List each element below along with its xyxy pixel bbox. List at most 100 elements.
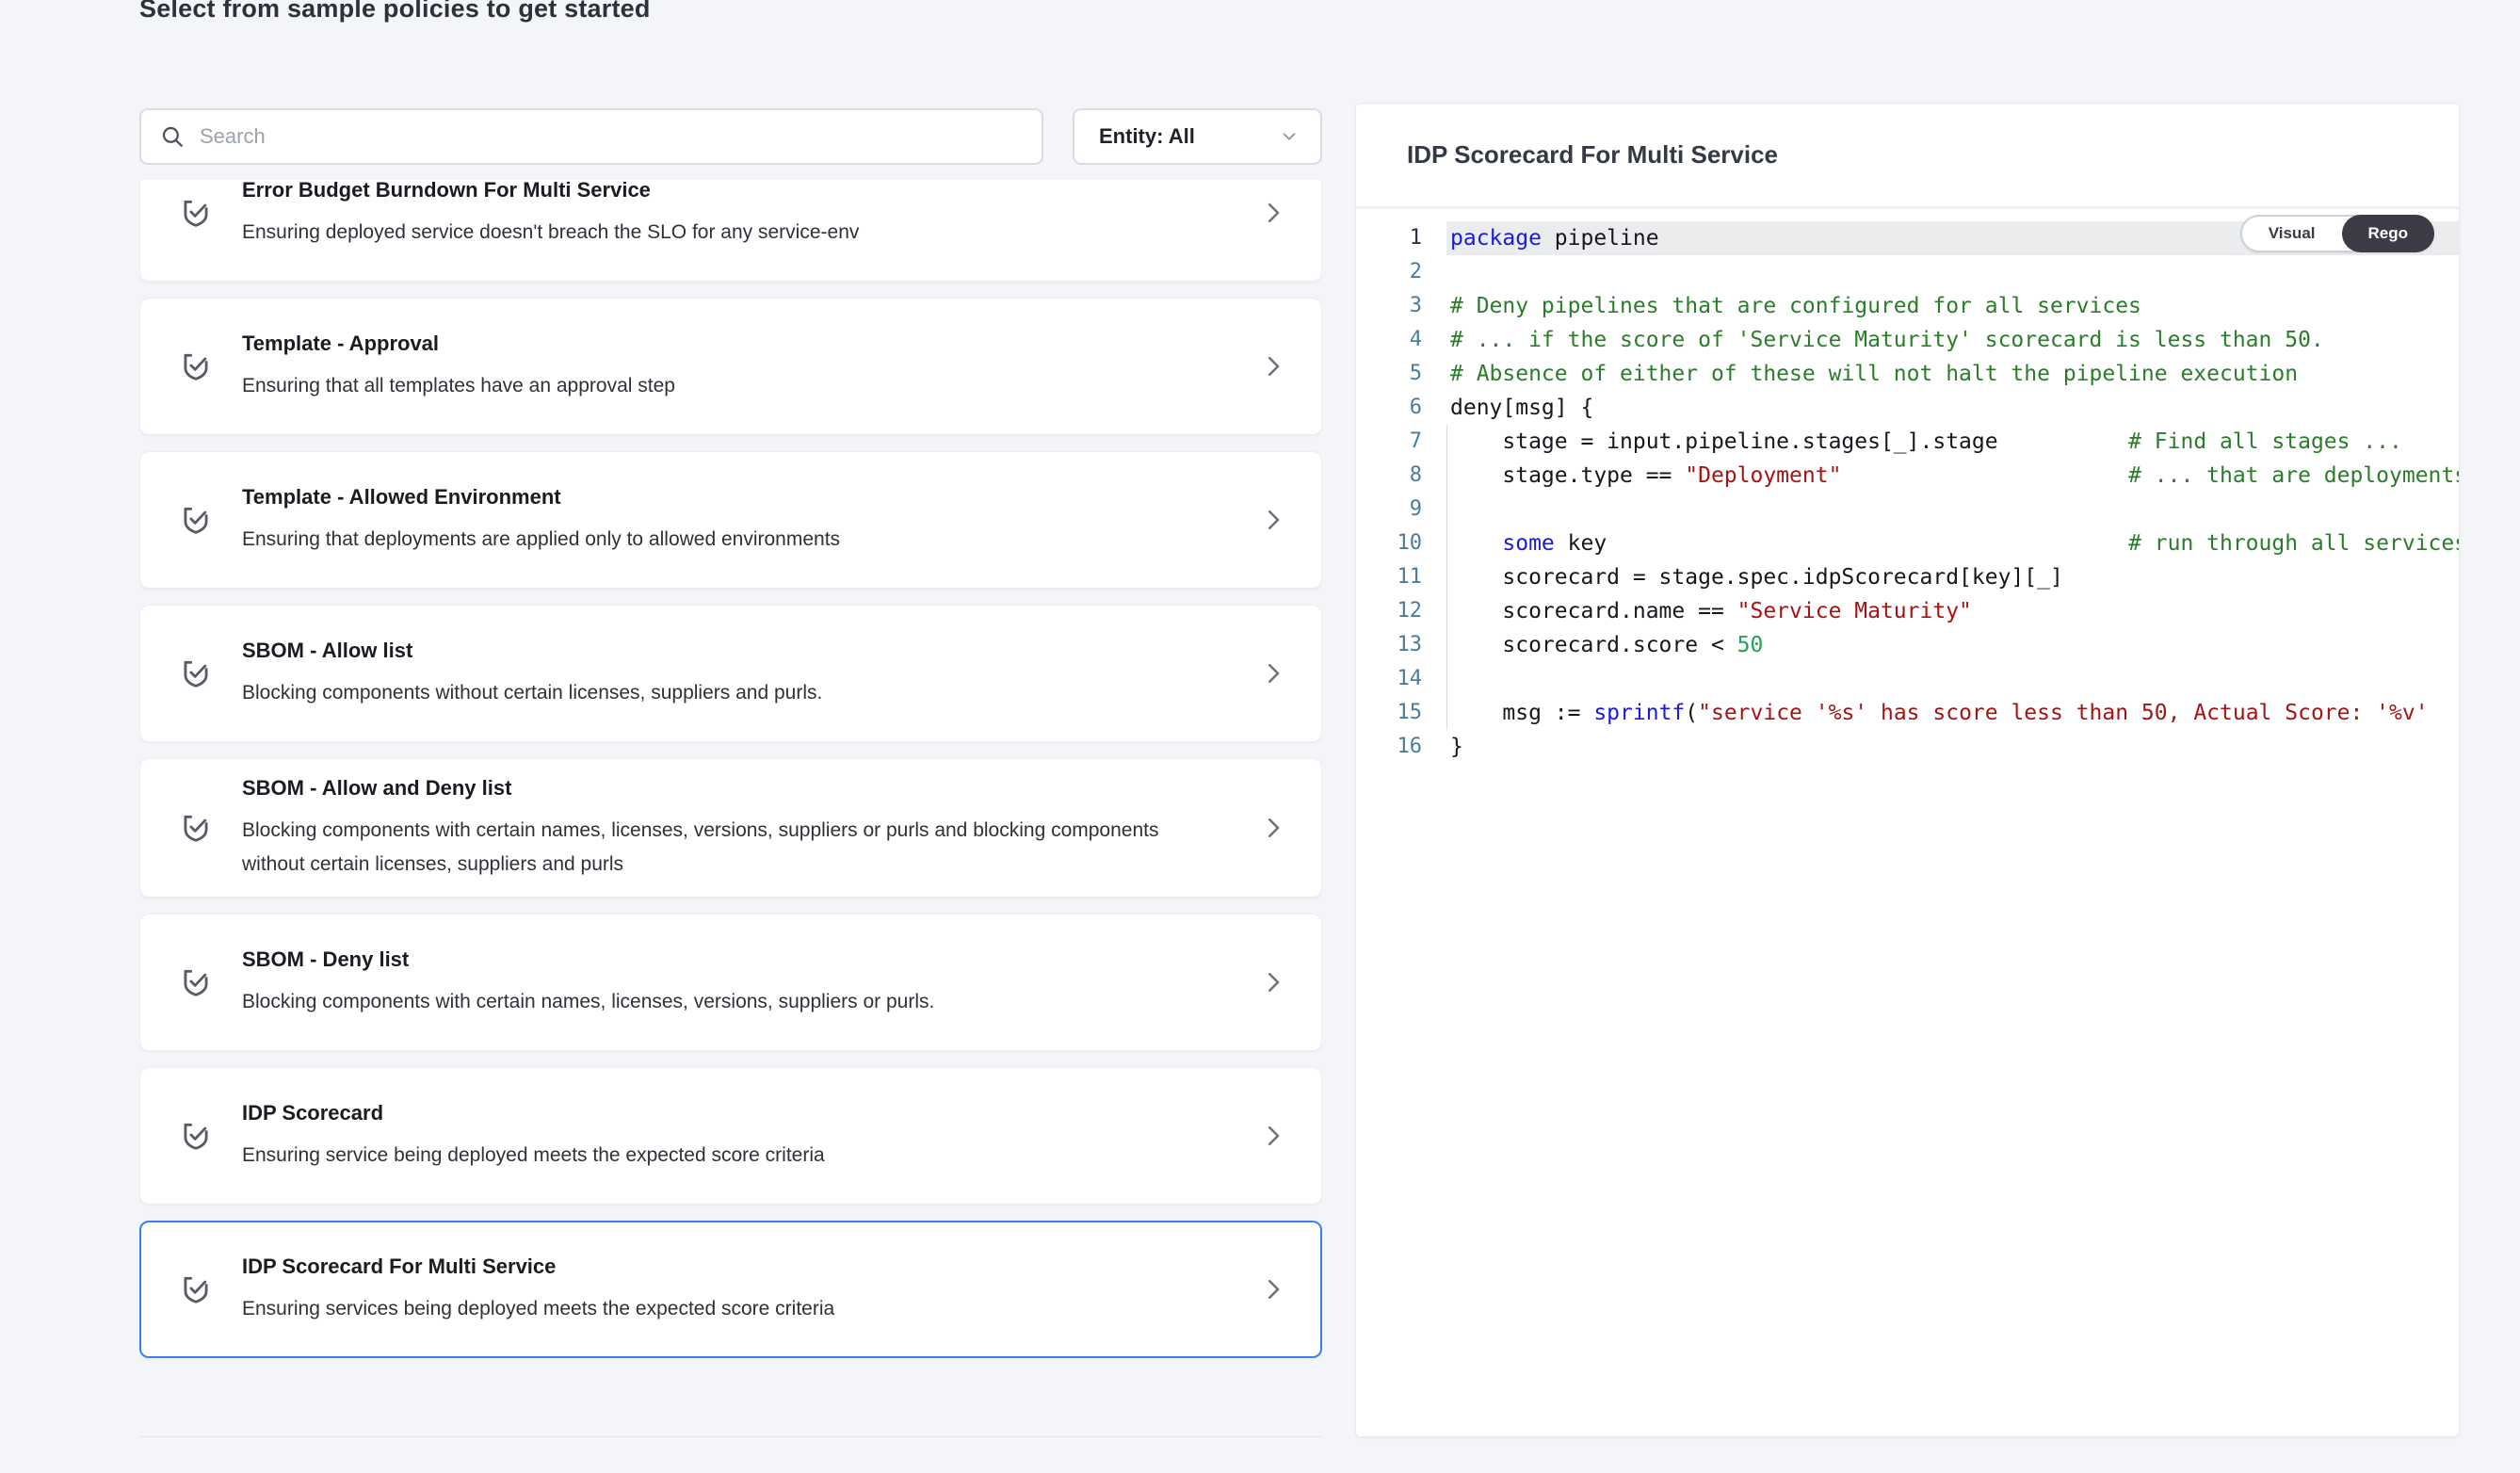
code-line: 12 scorecard.name == "Service Maturity": [1356, 594, 2459, 628]
policy-card-description: Blocking components with certain names, …: [242, 985, 1193, 1019]
chevron-right-icon: [1259, 199, 1287, 227]
visual-toggle-button[interactable]: Visual: [2242, 217, 2342, 251]
code-line-content: some key # run through all services: [1446, 526, 2459, 560]
code-line: 5 # Absence of either of these will not …: [1356, 357, 2459, 391]
policy-card-title: IDP Scorecard For Multi Service: [242, 1253, 1193, 1281]
policy-card-text: IDP Scorecard For Multi Service Ensuring…: [242, 1253, 1231, 1326]
line-number: 8: [1356, 459, 1422, 493]
shield-check-icon: [178, 502, 214, 538]
line-number: 4: [1356, 323, 1422, 357]
code-line: 16 }: [1356, 730, 2459, 764]
line-number: 2: [1356, 255, 1422, 289]
code-line: 11 scorecard = stage.spec.idpScorecard[k…: [1356, 560, 2459, 594]
line-number: 3: [1356, 289, 1422, 323]
code-line-content: scorecard = stage.spec.idpScorecard[key]…: [1446, 560, 2459, 594]
policy-toolbar: Entity: All: [139, 108, 1322, 165]
chevron-right-icon: [1259, 1275, 1287, 1303]
policy-card-title: SBOM - Deny list: [242, 946, 1193, 974]
line-number: 10: [1356, 526, 1422, 560]
code-line: 2: [1356, 255, 2459, 289]
policy-card-description: Ensuring that all templates have an appr…: [242, 369, 1193, 403]
code-line-content: scorecard.name == "Service Maturity": [1446, 594, 2459, 628]
shield-check-icon: [178, 964, 214, 1000]
code-line-content: scorecard.score < 50: [1446, 628, 2459, 662]
policy-card-title: IDP Scorecard: [242, 1099, 1193, 1127]
chevron-right-icon: [1259, 659, 1287, 688]
chevron-right-icon: [1259, 814, 1287, 842]
detail-panel-header: IDP Scorecard For Multi Service: [1356, 104, 2459, 209]
entity-filter-dropdown[interactable]: Entity: All: [1073, 108, 1322, 165]
code-line: 10 some key # run through all services: [1356, 526, 2459, 560]
line-number: 14: [1356, 662, 1422, 696]
chevron-right-icon: [1259, 506, 1287, 534]
code-line: 6 deny[msg] {: [1356, 391, 2459, 425]
code-line-content: # ... if the score of 'Service Maturity'…: [1446, 323, 2459, 357]
policy-card[interactable]: IDP Scorecard For Multi Service Ensuring…: [139, 1221, 1322, 1358]
code-line: 7 stage = input.pipeline.stages[_].stage…: [1356, 425, 2459, 459]
line-number: 13: [1356, 628, 1422, 662]
policy-card-text: Template - Approval Ensuring that all te…: [242, 330, 1231, 403]
line-number: 9: [1356, 493, 1422, 526]
chevron-right-icon: [1259, 968, 1287, 996]
chevron-down-icon: [1279, 126, 1300, 147]
rego-toggle-button[interactable]: Rego: [2342, 215, 2435, 252]
policy-card[interactable]: Error Budget Burndown For Multi Service …: [139, 180, 1322, 282]
policy-detail-panel: IDP Scorecard For Multi Service Visual R…: [1355, 103, 2460, 1437]
code-line-content: # Absence of either of these will not ha…: [1446, 357, 2459, 391]
entity-filter-label: Entity: All: [1099, 124, 1195, 149]
code-line-content: }: [1446, 730, 2459, 764]
code-line-content: msg := sprintf("service '%s' has score l…: [1446, 696, 2459, 730]
policy-card-title: SBOM - Allow list: [242, 637, 1193, 665]
shield-check-icon: [178, 1118, 214, 1154]
policy-card-text: SBOM - Deny list Blocking components wit…: [242, 946, 1231, 1019]
code-line: 9: [1356, 493, 2459, 526]
code-line-content: # Deny pipelines that are configured for…: [1446, 289, 2459, 323]
code-line: 14: [1356, 662, 2459, 696]
shield-check-icon: [178, 195, 214, 231]
code-line: 4 # ... if the score of 'Service Maturit…: [1356, 323, 2459, 357]
code-line: 3 # Deny pipelines that are configured f…: [1356, 289, 2459, 323]
search-input[interactable]: [200, 124, 1023, 149]
policy-card-text: SBOM - Allow and Deny list Blocking comp…: [242, 774, 1231, 882]
policy-card[interactable]: Template - Approval Ensuring that all te…: [139, 298, 1322, 435]
code-line: 15 msg := sprintf("service '%s' has scor…: [1356, 696, 2459, 730]
policy-card-title: SBOM - Allow and Deny list: [242, 774, 1193, 802]
policy-card[interactable]: SBOM - Deny list Blocking components wit…: [139, 914, 1322, 1051]
chevron-right-icon: [1259, 1122, 1287, 1150]
search-box[interactable]: [139, 108, 1043, 165]
policy-card-text: SBOM - Allow list Blocking components wi…: [242, 637, 1231, 710]
line-number: 7: [1356, 425, 1422, 459]
line-number: 6: [1356, 391, 1422, 425]
code-line: 8 stage.type == "Deployment" # ... that …: [1356, 459, 2459, 493]
line-number: 15: [1356, 696, 1422, 730]
line-number: 1: [1356, 221, 1422, 255]
policy-card-description: Ensuring that deployments are applied on…: [242, 523, 1193, 557]
rego-code-editor[interactable]: Visual Rego 1 package pipeline 2 3 # Den…: [1356, 209, 2459, 1436]
shield-check-icon: [178, 1271, 214, 1307]
code-line-content: stage.type == "Deployment" # ... that ar…: [1446, 459, 2459, 493]
detail-panel-title: IDP Scorecard For Multi Service: [1407, 140, 1778, 170]
policy-card-description: Ensuring service being deployed meets th…: [242, 1139, 1193, 1173]
search-icon: [160, 124, 185, 149]
policy-card[interactable]: SBOM - Allow and Deny list Blocking comp…: [139, 758, 1322, 898]
view-mode-toggle: Visual Rego: [2240, 215, 2434, 252]
policy-card-title: Template - Allowed Environment: [242, 483, 1193, 511]
code-line-content: stage = input.pipeline.stages[_].stage #…: [1446, 425, 2459, 459]
policy-card-text: Template - Allowed Environment Ensuring …: [242, 483, 1231, 557]
code-line-content: [1446, 662, 2459, 696]
chevron-right-icon: [1259, 352, 1287, 380]
policy-card-text: Error Budget Burndown For Multi Service …: [242, 180, 1231, 250]
shield-check-icon: [178, 810, 214, 846]
policy-list: Error Budget Burndown For Multi Service …: [139, 180, 1322, 1437]
code-line-content: [1446, 255, 2459, 289]
code-line: 13 scorecard.score < 50: [1356, 628, 2459, 662]
policy-card[interactable]: IDP Scorecard Ensuring service being dep…: [139, 1067, 1322, 1205]
code-line-content: deny[msg] {: [1446, 391, 2459, 425]
policy-card-description: Ensuring services being deployed meets t…: [242, 1292, 1193, 1326]
policy-card-title: Template - Approval: [242, 330, 1193, 358]
policy-card-text: IDP Scorecard Ensuring service being dep…: [242, 1099, 1231, 1173]
page-title: Select from sample policies to get start…: [139, 0, 651, 24]
policy-card[interactable]: SBOM - Allow list Blocking components wi…: [139, 605, 1322, 742]
policy-card[interactable]: Template - Allowed Environment Ensuring …: [139, 451, 1322, 589]
line-number: 12: [1356, 594, 1422, 628]
